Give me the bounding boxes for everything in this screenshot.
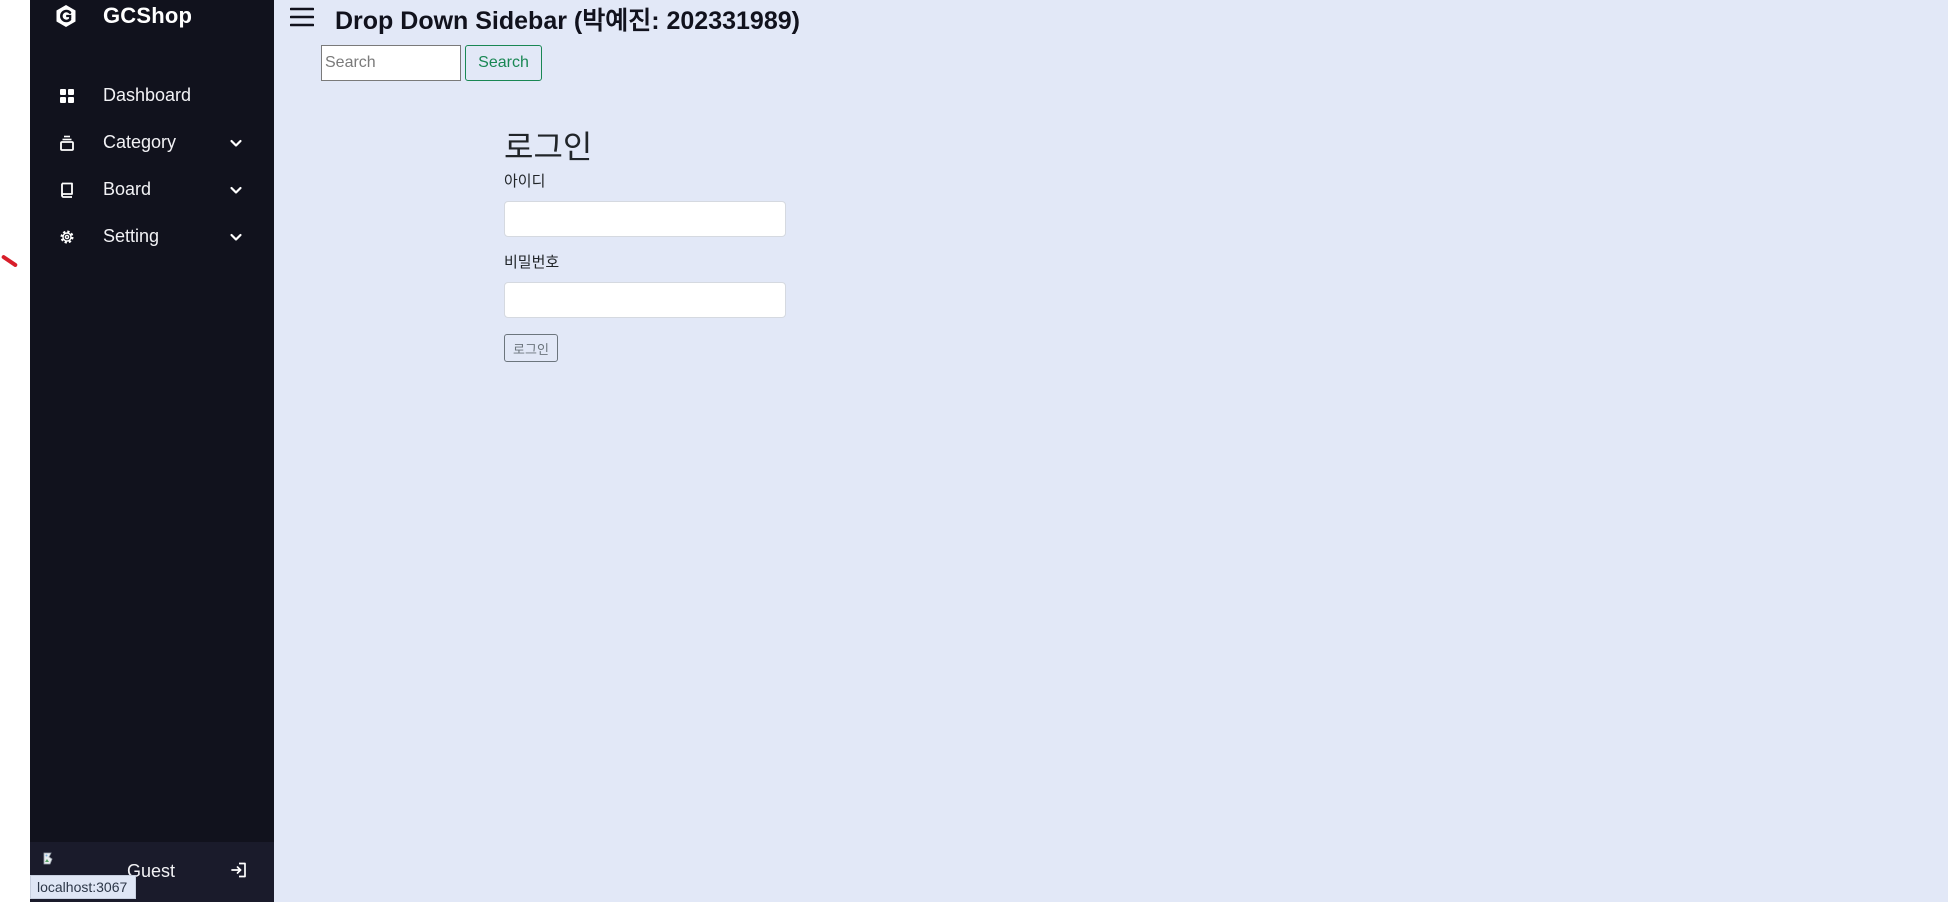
sidebar-item-setting[interactable]: Setting	[30, 217, 274, 257]
sidebar-item-label: Category	[103, 132, 177, 152]
search-input[interactable]	[321, 45, 461, 81]
page-title: Drop Down Sidebar (박예진: 202331989)	[335, 7, 800, 35]
book-icon	[61, 182, 73, 198]
id-field[interactable]	[504, 201, 786, 237]
chevron-down-icon[interactable]	[228, 135, 244, 151]
sidebar-item-label: Setting	[103, 226, 160, 246]
chevron-down-icon[interactable]	[228, 182, 244, 198]
logout-icon[interactable]	[230, 861, 248, 879]
brand[interactable]: GCShop	[30, 0, 274, 36]
category-stack-icon	[60, 135, 74, 151]
sidebar-item-board[interactable]: Board	[30, 170, 274, 210]
gear-icon	[60, 230, 74, 244]
sidebar: GCShop Dashboard Category Board Setting …	[30, 0, 274, 902]
annotation-mark	[0, 254, 19, 268]
id-label: 아이디	[504, 173, 546, 190]
password-label: 비밀번호	[504, 254, 560, 271]
gc-logo-icon	[56, 5, 76, 27]
main-content: Drop Down Sidebar (박예진: 202331989) Searc…	[274, 0, 1948, 902]
sidebar-item-category[interactable]: Category	[30, 123, 274, 163]
sidebar-item-dashboard[interactable]: Dashboard	[30, 76, 274, 116]
search-button[interactable]: Search	[465, 45, 542, 81]
password-field[interactable]	[504, 282, 786, 318]
sidebar-item-label: Dashboard	[103, 85, 192, 105]
brand-name: GCShop	[103, 3, 193, 28]
login-heading: 로그인	[504, 129, 593, 165]
login-submit-button[interactable]: 로그인	[504, 334, 558, 362]
sidebar-item-label: Board	[103, 179, 152, 199]
status-bar-url: localhost:3067	[30, 875, 137, 899]
hamburger-icon[interactable]	[290, 6, 314, 28]
dashboard-grid-icon	[60, 89, 74, 103]
window-left-edge	[0, 0, 30, 902]
chevron-down-icon[interactable]	[228, 229, 244, 245]
broken-image-icon	[43, 852, 53, 865]
